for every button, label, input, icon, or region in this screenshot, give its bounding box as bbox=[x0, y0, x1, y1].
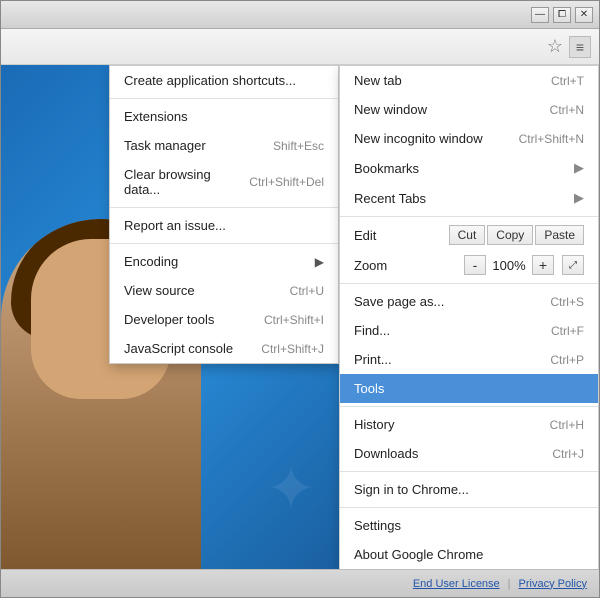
footer-separator: | bbox=[508, 578, 511, 590]
zoom-fullscreen-button[interactable]: ⤢ bbox=[562, 255, 584, 275]
menu-item-tools[interactable]: Tools bbox=[340, 374, 598, 403]
submenu-item-clear-browsing[interactable]: Clear browsing data... Ctrl+Shift+Del bbox=[110, 160, 338, 204]
menu-item-recent-tabs[interactable]: Recent Tabs ▶ bbox=[340, 183, 598, 213]
privacy-policy-link[interactable]: Privacy Policy bbox=[519, 578, 587, 590]
title-bar: — ⧠ ✕ bbox=[1, 1, 599, 29]
watermark-logo: ✦ bbox=[251, 449, 331, 529]
bookmark-star-icon[interactable]: ☆ bbox=[547, 36, 563, 57]
submenu-item-javascript-console[interactable]: JavaScript console Ctrl+Shift+J bbox=[110, 334, 338, 363]
edit-row: Edit Cut Copy Paste bbox=[340, 220, 598, 250]
maximize-button[interactable]: ⧠ bbox=[553, 7, 571, 23]
bookmarks-arrow-icon: ▶ bbox=[574, 160, 584, 176]
zoom-in-button[interactable]: + bbox=[532, 255, 554, 275]
submenu-separator-3 bbox=[110, 243, 338, 244]
submenu-separator-2 bbox=[110, 207, 338, 208]
separator-4 bbox=[340, 471, 598, 472]
menu-item-downloads[interactable]: Downloads Ctrl+J bbox=[340, 439, 598, 468]
menu-item-new-incognito[interactable]: New incognito window Ctrl+Shift+N bbox=[340, 124, 598, 153]
submenu-item-view-source[interactable]: View source Ctrl+U bbox=[110, 276, 338, 305]
zoom-value: 100% bbox=[490, 258, 528, 273]
separator-5 bbox=[340, 507, 598, 508]
submenu-item-task-manager[interactable]: Task manager Shift+Esc bbox=[110, 131, 338, 160]
menu-item-find[interactable]: Find... Ctrl+F bbox=[340, 316, 598, 345]
recent-tabs-arrow-icon: ▶ bbox=[574, 190, 584, 206]
browser-window: — ⧠ ✕ ☆ ≡ Support ToggleMark help naviga… bbox=[0, 0, 600, 598]
menu-item-history[interactable]: History Ctrl+H bbox=[340, 410, 598, 439]
separator-3 bbox=[340, 406, 598, 407]
menu-item-signin[interactable]: Sign in to Chrome... bbox=[340, 475, 598, 504]
separator-1 bbox=[340, 216, 598, 217]
edit-button-group: Cut Copy Paste bbox=[449, 225, 584, 245]
zoom-out-button[interactable]: - bbox=[464, 255, 486, 275]
menu-item-new-tab[interactable]: New tab Ctrl+T bbox=[340, 66, 598, 95]
cut-button[interactable]: Cut bbox=[449, 225, 486, 245]
paste-button[interactable]: Paste bbox=[535, 225, 584, 245]
close-button[interactable]: ✕ bbox=[575, 7, 593, 23]
menu-item-bookmarks[interactable]: Bookmarks ▶ bbox=[340, 153, 598, 183]
zoom-controls: - 100% + ⤢ bbox=[464, 255, 584, 275]
submenu-item-create-shortcuts[interactable]: Create application shortcuts... bbox=[110, 66, 338, 95]
copy-button[interactable]: Copy bbox=[487, 225, 533, 245]
browser-toolbar: ☆ ≡ bbox=[1, 29, 599, 65]
page-footer: End User License | Privacy Policy bbox=[1, 569, 599, 597]
zoom-row: Zoom - 100% + ⤢ bbox=[340, 250, 598, 280]
page-content: Support ToggleMark help navigate through… bbox=[1, 65, 599, 569]
separator-2 bbox=[340, 283, 598, 284]
menu-item-new-window[interactable]: New window Ctrl+N bbox=[340, 95, 598, 124]
menu-item-settings[interactable]: Settings bbox=[340, 511, 598, 540]
end-user-license-link[interactable]: End User License bbox=[413, 578, 500, 590]
menu-item-save-page[interactable]: Save page as... Ctrl+S bbox=[340, 287, 598, 316]
minimize-button[interactable]: — bbox=[531, 7, 549, 23]
submenu-item-encoding[interactable]: Encoding ▶ bbox=[110, 247, 338, 276]
submenu-item-developer-tools[interactable]: Developer tools Ctrl+Shift+I bbox=[110, 305, 338, 334]
title-bar-buttons: — ⧠ ✕ bbox=[531, 7, 593, 23]
tools-submenu: Create application shortcuts... Extensio… bbox=[109, 65, 339, 364]
submenu-item-report-issue[interactable]: Report an issue... bbox=[110, 211, 338, 240]
main-dropdown-menu: New tab Ctrl+T New window Ctrl+N New inc… bbox=[339, 65, 599, 569]
menu-item-print[interactable]: Print... Ctrl+P bbox=[340, 345, 598, 374]
submenu-separator-1 bbox=[110, 98, 338, 99]
chrome-menu-button[interactable]: ≡ bbox=[569, 36, 591, 58]
submenu-item-extensions[interactable]: Extensions bbox=[110, 102, 338, 131]
menu-item-about[interactable]: About Google Chrome bbox=[340, 540, 598, 569]
